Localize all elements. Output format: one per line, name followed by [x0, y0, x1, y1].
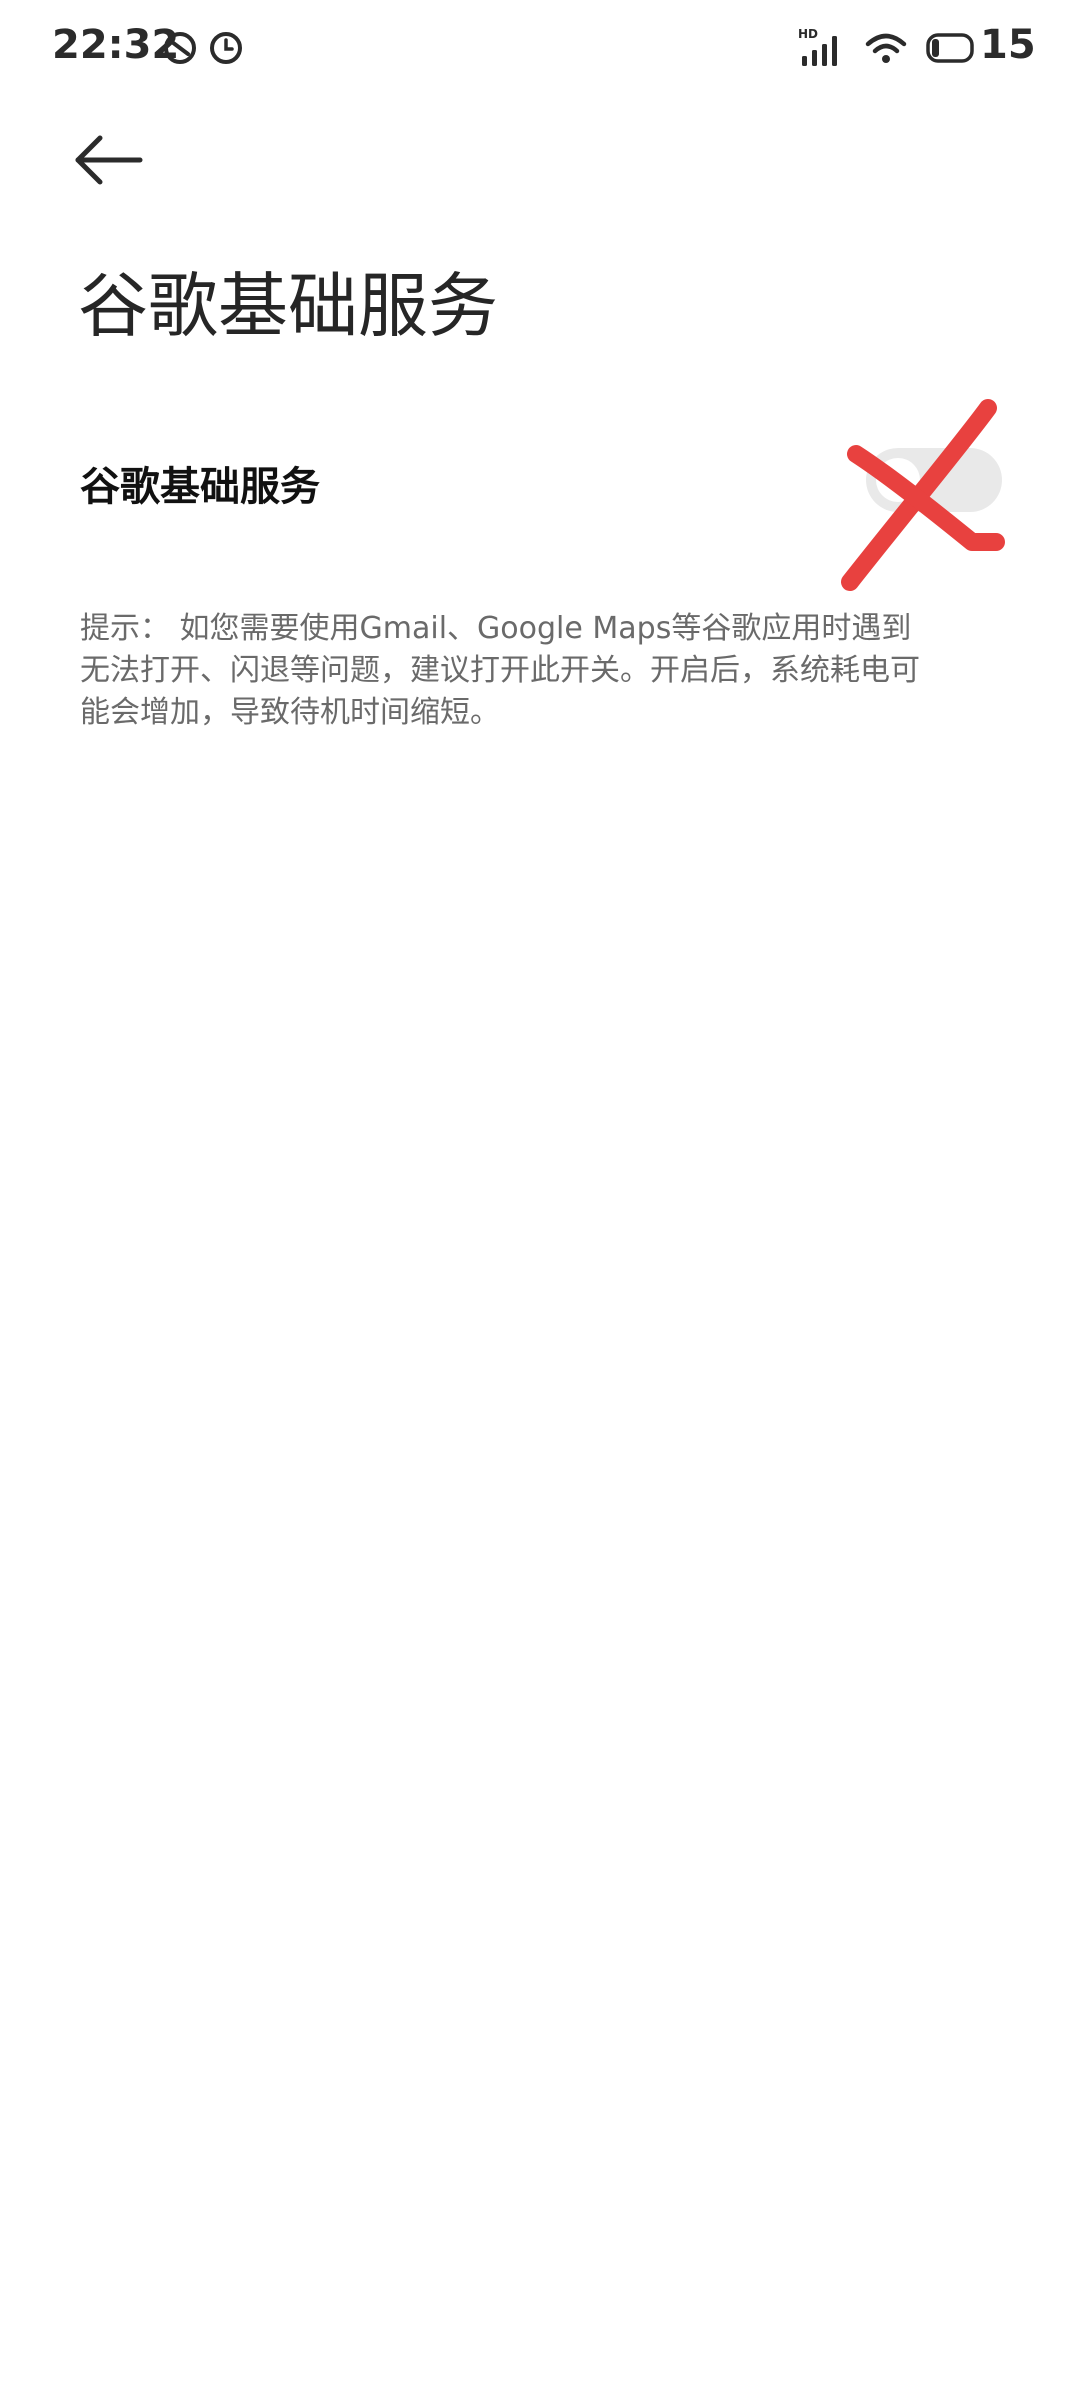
back-button[interactable] — [70, 128, 150, 192]
google-services-toggle[interactable] — [866, 448, 1002, 512]
toggle-knob — [876, 458, 920, 502]
hint-line: 提示： 如您需要使用Gmail、Google Maps等谷歌应用时遇到 — [80, 611, 912, 646]
hint-text: 提示： 如您需要使用Gmail、Google Maps等谷歌应用时遇到 无法打开… — [80, 608, 960, 734]
battery-level: 15 — [980, 22, 1036, 68]
arrow-left-icon — [75, 135, 143, 185]
network-label: HD — [798, 27, 818, 41]
battery-icon — [926, 32, 976, 64]
page-title: 谷歌基础服务 — [78, 265, 498, 347]
signal-icon: HD — [798, 26, 846, 68]
wifi-icon — [864, 30, 908, 66]
do-not-disturb-icon — [162, 30, 198, 66]
status-time: 22:32 — [52, 22, 180, 68]
setting-label: 谷歌基础服务 — [80, 464, 320, 510]
alarm-icon — [208, 30, 244, 66]
setting-row-google-services[interactable]: 谷歌基础服务 — [0, 420, 1080, 540]
status-bar: 22:32 HD 15 — [0, 0, 1080, 96]
hint-line: 能会增加，导致待机时间缩短。 — [80, 695, 500, 730]
hint-line: 无法打开、闪退等问题，建议打开此开关。开启后，系统耗电可 — [80, 653, 920, 688]
